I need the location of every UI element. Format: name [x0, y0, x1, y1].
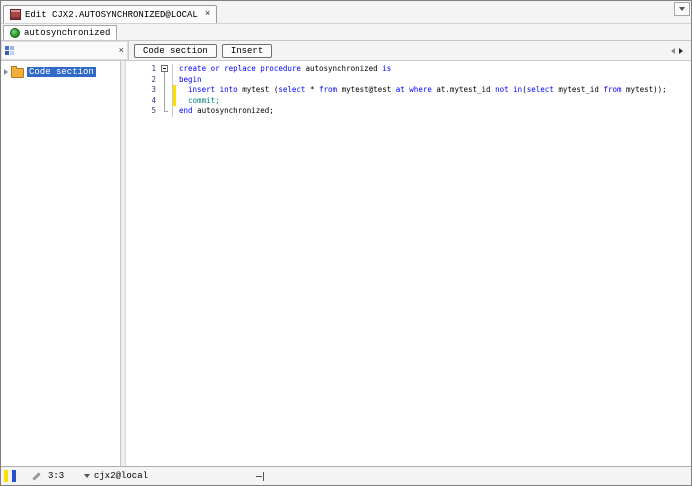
- code-line[interactable]: 5 end autosynchronized;: [126, 106, 691, 117]
- window-tab-title: Edit CJX2.AUTOSYNCHRONIZED@LOCAL: [25, 9, 198, 20]
- modified-indicator-blue-icon: [12, 470, 16, 482]
- folder-icon: [11, 65, 24, 78]
- code-text[interactable]: create or replace procedure autosynchron…: [176, 64, 391, 75]
- code-section-button[interactable]: Code section: [134, 43, 217, 58]
- cursor-position: 3:3: [48, 471, 65, 481]
- tree-panel-header: ×: [1, 41, 129, 60]
- code-line[interactable]: 2 begin: [126, 74, 691, 86]
- window-tab[interactable]: Edit CJX2.AUTOSYNCHRONIZED@LOCAL ×: [3, 5, 218, 23]
- code-text[interactable]: insert into mytest (select * from mytest…: [176, 85, 667, 96]
- fold-margin[interactable]: [160, 74, 173, 85]
- fold-margin[interactable]: [160, 64, 173, 75]
- expand-arrow-icon[interactable]: [4, 68, 8, 75]
- tab-scroll-nav: [671, 47, 686, 54]
- nav-next-icon[interactable]: [679, 47, 683, 54]
- line-number: 5: [151, 106, 156, 115]
- code-line[interactable]: 1 create or replace procedure autosynchro…: [126, 64, 691, 75]
- code-line[interactable]: 4 commit;: [126, 95, 691, 107]
- fold-margin[interactable]: [160, 106, 173, 117]
- code-line[interactable]: 3 insert into mytest (select * from myte…: [126, 85, 691, 96]
- connection-selector[interactable]: cjx2@local: [84, 471, 148, 481]
- tree-panel: Code section: [1, 61, 121, 466]
- line-number: 4: [151, 95, 156, 105]
- status-bar: 3:3 cjx2@local: [1, 466, 691, 485]
- insert-button[interactable]: Insert: [221, 43, 273, 58]
- pencil-icon: [32, 471, 41, 481]
- chevron-down-icon: [84, 474, 90, 478]
- edit-window-icon: [10, 9, 21, 20]
- fold-margin[interactable]: [160, 85, 173, 96]
- panel-grid-icon: [5, 46, 14, 55]
- editor-toolbar: Code section Insert: [129, 41, 691, 60]
- modified-indicator-yellow-icon: [4, 470, 8, 482]
- app-window: Edit CJX2.AUTOSYNCHRONIZED@LOCAL × autos…: [0, 0, 692, 486]
- procedure-icon: [10, 28, 20, 38]
- tab-stop-icon: [256, 471, 265, 481]
- editor-lines: 1 create or replace procedure autosynchro…: [126, 64, 691, 117]
- code-text[interactable]: commit;: [176, 96, 220, 107]
- nav-prev-icon[interactable]: [671, 47, 675, 54]
- document-tab-label: autosynchronized: [24, 28, 111, 38]
- connection-label: cjx2@local: [94, 471, 149, 481]
- line-number: 3: [151, 85, 156, 94]
- tab-autosynchronized[interactable]: autosynchronized: [3, 25, 118, 40]
- window-tab-bar: Edit CJX2.AUTOSYNCHRONIZED@LOCAL ×: [1, 1, 691, 24]
- tree-item-label: Code section: [27, 66, 96, 77]
- panel-header-row: × Code section Insert: [1, 41, 691, 61]
- code-text[interactable]: end autosynchronized;: [176, 106, 274, 117]
- chevron-down-icon: [679, 7, 685, 11]
- fold-margin[interactable]: [160, 95, 173, 106]
- code-editor[interactable]: 1 create or replace procedure autosynchro…: [126, 61, 691, 466]
- close-icon[interactable]: ×: [205, 10, 210, 19]
- line-number: 2: [151, 74, 156, 84]
- code-text[interactable]: begin: [176, 75, 202, 86]
- document-tab-bar: autosynchronized: [1, 24, 691, 41]
- tree-item-code-section[interactable]: Code section: [1, 65, 120, 78]
- line-number: 1: [151, 64, 156, 73]
- window-list-dropdown[interactable]: [674, 2, 690, 16]
- main-area: Code section 1 create or replace procedur…: [1, 61, 691, 466]
- panel-close-icon[interactable]: ×: [119, 46, 124, 56]
